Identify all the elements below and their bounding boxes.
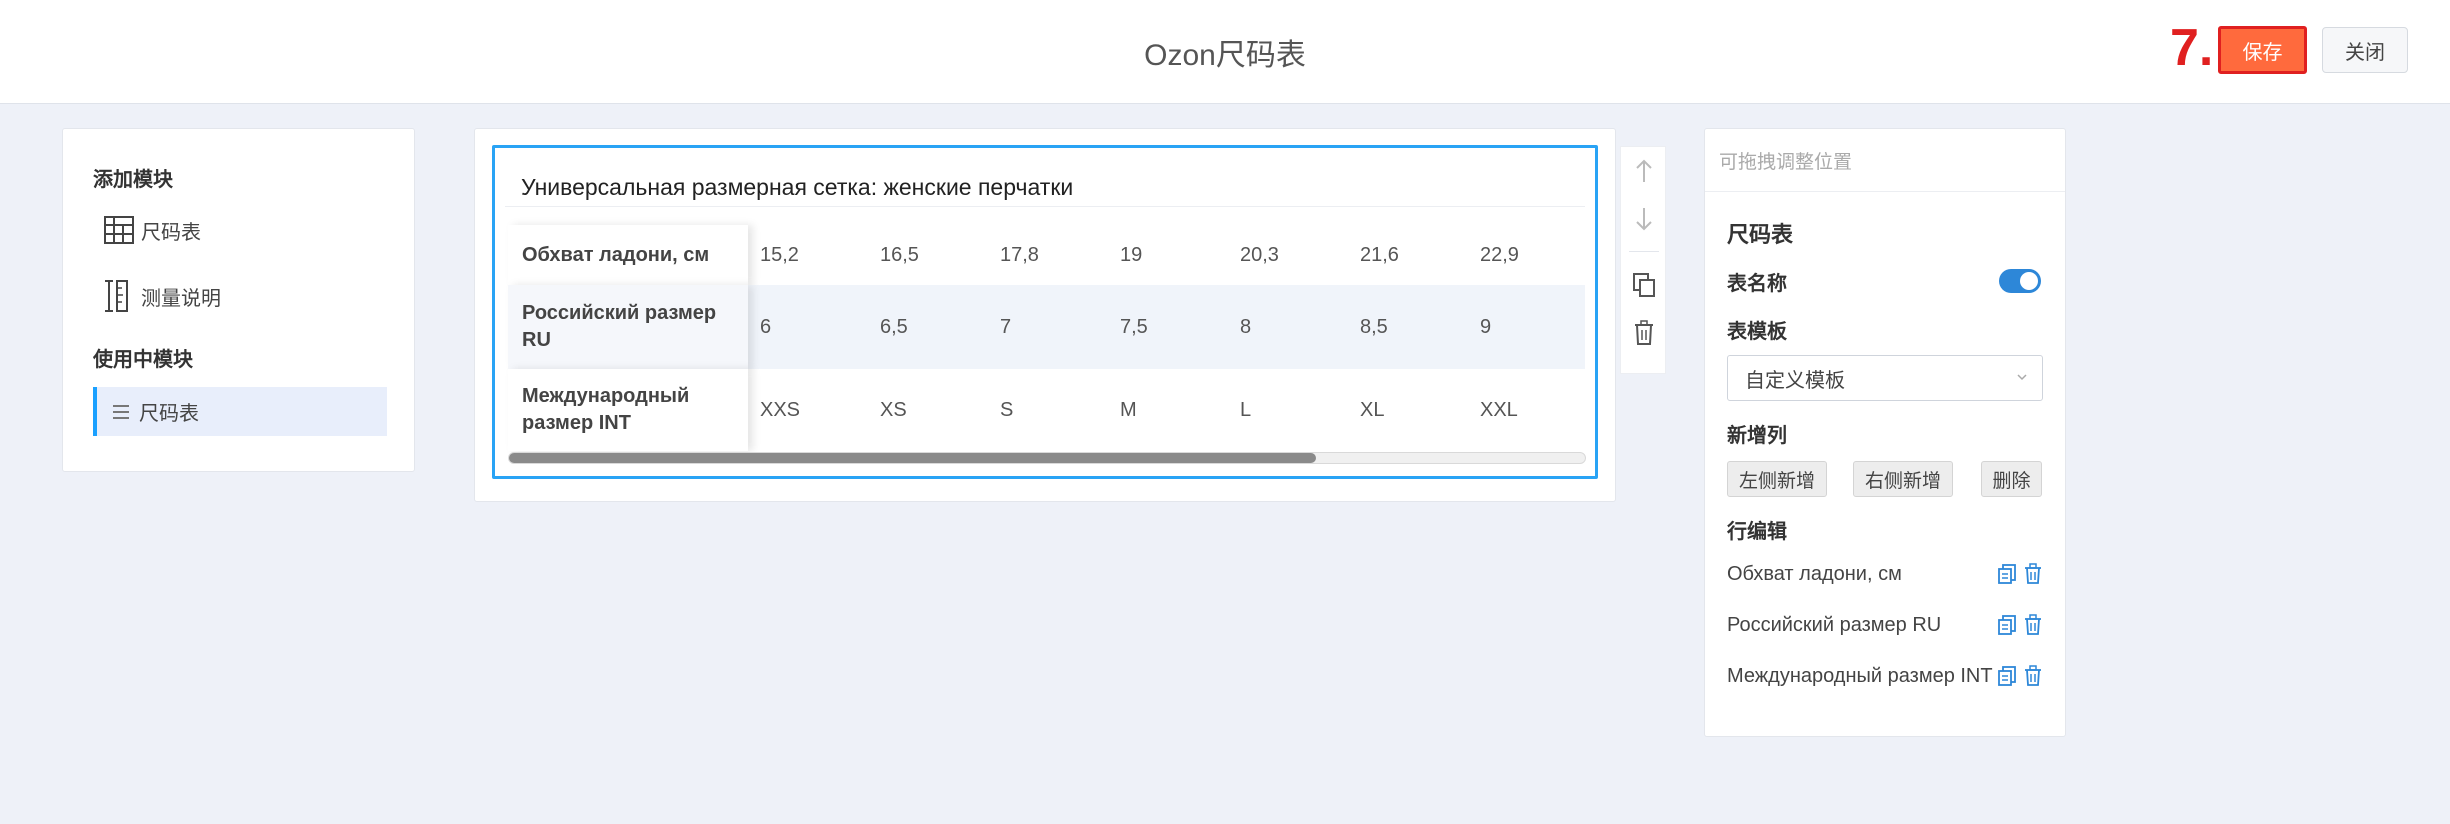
chevron-down-icon bbox=[2017, 374, 2027, 381]
toggle-knob bbox=[2020, 272, 2038, 290]
table-cell: 9 bbox=[1480, 315, 1492, 338]
row-edit-name: Международный размер INT bbox=[1727, 664, 1993, 687]
table-cell: 21,6 bbox=[1360, 243, 1399, 266]
row-edit-item: Российский размер RU bbox=[1727, 610, 2047, 640]
scrollbar-thumb[interactable] bbox=[509, 453, 1316, 463]
table-cell: 15,2 bbox=[760, 243, 799, 266]
title-divider bbox=[505, 206, 1585, 207]
table-cell: XXL bbox=[1480, 398, 1518, 421]
table-name-label: 表名称 bbox=[1727, 273, 1787, 295]
trash-icon[interactable] bbox=[2023, 614, 2043, 636]
move-down-button[interactable] bbox=[1621, 199, 1667, 239]
panel-divider bbox=[1705, 191, 2065, 192]
active-module-size-table[interactable]: 尺码表 bbox=[93, 387, 387, 436]
table-cell: XS bbox=[880, 398, 907, 421]
table-cell: 7 bbox=[1000, 315, 1012, 338]
row-header: Российский размер RU bbox=[508, 285, 748, 369]
horizontal-scrollbar[interactable] bbox=[508, 452, 1586, 464]
row-edit-name: Обхват ладони, см bbox=[1727, 562, 1902, 585]
table-cell: M bbox=[1120, 398, 1137, 421]
top-bar: Ozon尺码表 7. 保存 关闭 bbox=[0, 0, 2450, 104]
row-edit-label: 行编辑 bbox=[1727, 521, 1787, 543]
trash-icon[interactable] bbox=[2023, 665, 2043, 687]
move-up-button[interactable] bbox=[1621, 151, 1667, 191]
drag-handle-icon[interactable] bbox=[111, 403, 131, 421]
save-button[interactable]: 保存 bbox=[2218, 26, 2307, 74]
page-title: Ozon尺码表 bbox=[1144, 39, 1306, 72]
delete-column-button[interactable]: 删除 bbox=[1981, 461, 2042, 497]
add-right-button[interactable]: 右侧新增 bbox=[1853, 461, 1953, 497]
block-toolbar bbox=[1620, 146, 1666, 374]
in-use-modules-title: 使用中模块 bbox=[93, 349, 193, 371]
table-cell: XL bbox=[1360, 398, 1385, 421]
table-cell: 6,5 bbox=[880, 315, 908, 338]
table-name-toggle[interactable] bbox=[1999, 269, 2041, 293]
properties-panel: 可拖拽调整位置 尺码表 表名称 表模板 自定义模板 新增列 左侧新增 右侧新增 … bbox=[1704, 128, 2066, 737]
template-select-value: 自定义模板 bbox=[1745, 369, 1845, 392]
delete-block-button[interactable] bbox=[1621, 313, 1667, 353]
table-row: Международный размер INT XXS XS S M L XL… bbox=[508, 369, 1585, 451]
close-button[interactable]: 关闭 bbox=[2322, 27, 2408, 73]
copy-icon[interactable] bbox=[1997, 563, 2017, 585]
arrow-down-icon bbox=[1636, 208, 1652, 231]
add-modules-title: 添加模块 bbox=[93, 169, 173, 191]
table-cell: 20,3 bbox=[1240, 243, 1279, 266]
template-select[interactable]: 自定义模板 bbox=[1727, 355, 2043, 401]
table-icon bbox=[104, 216, 134, 244]
duplicate-button[interactable] bbox=[1621, 265, 1667, 305]
row-edit-item: Международный размер INT bbox=[1727, 661, 2047, 691]
properties-heading: 尺码表 bbox=[1727, 222, 1794, 247]
table-cell: S bbox=[1000, 398, 1014, 421]
table-cell: L bbox=[1240, 398, 1252, 421]
copy-icon[interactable] bbox=[1997, 665, 2017, 687]
row-edit-name: Российский размер RU bbox=[1727, 613, 1942, 636]
table-cell: XXS bbox=[760, 398, 801, 421]
add-measurement-module[interactable]: 测量说明 bbox=[103, 276, 221, 316]
arrow-up-icon bbox=[1636, 159, 1652, 182]
copy-icon bbox=[1633, 273, 1655, 297]
ruler-icon bbox=[105, 280, 128, 312]
size-table-title: Универсальная размерная сетка: женские п… bbox=[521, 174, 1074, 200]
template-label: 表模板 bbox=[1727, 321, 1787, 343]
add-size-table-module[interactable]: 尺码表 bbox=[103, 210, 201, 250]
table-cell: 19 bbox=[1120, 243, 1143, 266]
module-label: 测量说明 bbox=[141, 287, 221, 310]
copy-icon[interactable] bbox=[1997, 614, 2017, 636]
add-left-button[interactable]: 左侧新增 bbox=[1727, 461, 1827, 497]
table-cell: 8,5 bbox=[1360, 315, 1388, 338]
module-label: 尺码表 bbox=[139, 403, 199, 425]
table-row: Российский размер RU 6 6,5 7 7,5 8 8,5 9 bbox=[508, 285, 1585, 369]
new-column-label: 新增列 bbox=[1727, 425, 1787, 447]
canvas-panel: Универсальная размерная сетка: женские п… bbox=[474, 128, 1616, 502]
trash-icon bbox=[1635, 320, 1653, 345]
row-edit-item: Обхват ладони, см bbox=[1727, 559, 2047, 589]
row-header: Международный размер INT bbox=[508, 369, 748, 451]
trash-icon[interactable] bbox=[2023, 563, 2043, 585]
table-cell: 22,9 bbox=[1480, 243, 1519, 266]
module-panel: 添加模块 尺码表 测量说明 使用中模块 尺码表 bbox=[62, 128, 415, 472]
module-label: 尺码表 bbox=[141, 221, 201, 244]
step-marker: 7. bbox=[2170, 19, 2214, 77]
table-cell: 16,5 bbox=[880, 243, 919, 266]
table-cell: 17,8 bbox=[1000, 243, 1039, 266]
table-cell: 8 bbox=[1240, 315, 1252, 338]
table-cell: 7,5 bbox=[1120, 315, 1148, 338]
table-cell: 6 bbox=[760, 315, 772, 338]
drag-hint: 可拖拽调整位置 bbox=[1719, 152, 1853, 173]
size-table-block[interactable]: Универсальная размерная сетка: женские п… bbox=[492, 145, 1598, 479]
toolbar-divider bbox=[1629, 251, 1659, 252]
table-row: Обхват ладони, см 15,2 16,5 17,8 19 20,3… bbox=[508, 225, 1585, 285]
row-header: Обхват ладони, см bbox=[508, 225, 748, 285]
